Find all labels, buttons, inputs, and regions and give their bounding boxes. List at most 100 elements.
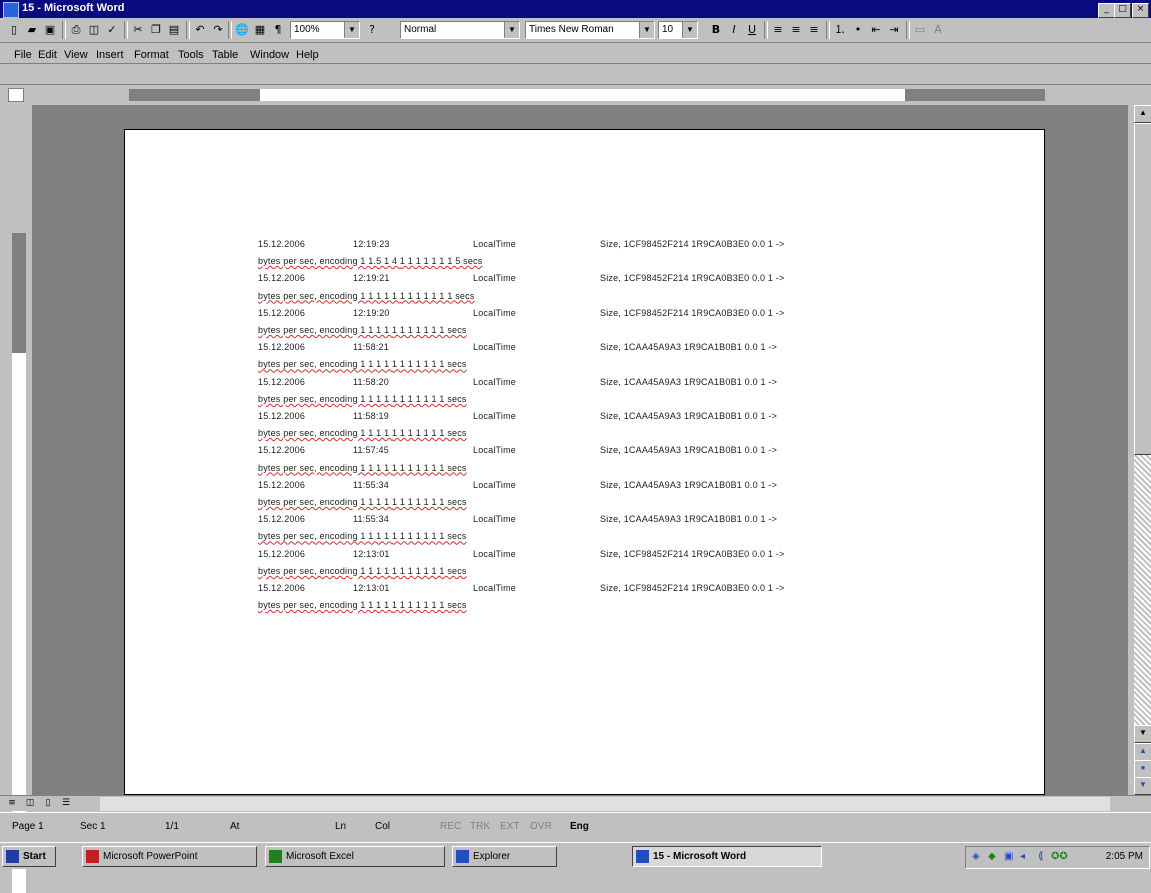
new-icon[interactable]: ▯ — [4, 21, 24, 41]
horizontal-ruler[interactable] — [32, 86, 1132, 104]
taskbar-button[interactable]: 15 - Microsoft Word — [632, 846, 822, 867]
line-k: LocalTime — [473, 583, 516, 593]
menu-tools[interactable]: Tools — [178, 49, 204, 61]
redo-icon[interactable]: ↷ — [208, 21, 228, 41]
hyperlink-icon[interactable]: 🌐 — [232, 21, 252, 41]
highlight-icon[interactable]: A — [928, 21, 948, 41]
scroll-down-icon[interactable]: ▼ — [1134, 725, 1151, 743]
document-line[interactable]: 15.12.2006 12:19:20 LocalTime Size, 1CF9845… — [258, 308, 784, 318]
bold-button[interactable]: B — [706, 21, 726, 41]
cut-icon[interactable]: ✂ — [128, 21, 148, 41]
scroll-thumb[interactable] — [1134, 123, 1151, 455]
bullets-icon[interactable]: • — [848, 21, 868, 41]
underline-button[interactable]: U — [742, 21, 762, 41]
document-line[interactable]: bytes per sec, encoding 1 1.5 1 4 1 1 1 … — [258, 256, 482, 266]
tab-selector[interactable] — [8, 88, 24, 102]
clock[interactable]: 2:05 PM — [1106, 847, 1143, 866]
select-browse-object-icon[interactable]: ● — [1134, 760, 1151, 778]
word-app-icon[interactable] — [3, 2, 19, 18]
document-line[interactable]: bytes per sec, encoding 1 1 1 1 1 1 1 1 … — [258, 394, 467, 404]
decrease-indent-icon[interactable]: ⇤ — [866, 21, 886, 41]
document-line[interactable]: 15.12.2006 12:13:01 LocalTime Size, 1CF9845… — [258, 583, 784, 593]
print-preview-icon[interactable]: ◫ — [84, 21, 104, 41]
menu-window[interactable]: Window — [250, 49, 289, 61]
start-button[interactable]: Start — [2, 846, 56, 867]
document-line[interactable]: 15.12.2006 12:19:21 LocalTime Size, 1CF9845… — [258, 273, 784, 283]
document-line[interactable]: bytes per sec, encoding 1 1 1 1 1 1 1 1 … — [258, 600, 467, 610]
italic-button[interactable]: I — [724, 21, 744, 41]
spelling-icon[interactable]: ✓ — [102, 21, 122, 41]
document-line[interactable]: 15.12.2006 11:55:34 LocalTime Size, 1CAA45A… — [258, 480, 777, 490]
taskbar-button[interactable]: Microsoft Excel — [265, 846, 445, 867]
minimize-button[interactable]: _ — [1098, 3, 1115, 18]
next-page-icon[interactable]: ▼ — [1134, 777, 1151, 795]
taskbar-button[interactable]: Microsoft PowerPoint — [82, 846, 257, 867]
status-ovr[interactable]: OVR — [530, 821, 552, 832]
volume-icon[interactable]: ◂ — [1020, 847, 1025, 866]
tray-status-icon[interactable]: ✪✪ — [1051, 847, 1068, 866]
vertical-scrollbar[interactable]: ▲ ▼ ▲ ● ▼ — [1134, 105, 1151, 795]
show-hide-icon[interactable]: ¶ — [268, 21, 288, 41]
undo-icon[interactable]: ↶ — [190, 21, 210, 41]
menu-edit[interactable]: Edit — [38, 49, 57, 61]
font-size-select[interactable]: 10 ▼ — [658, 21, 698, 39]
document-line[interactable]: bytes per sec, encoding 1 1 1 1 1 1 1 1 … — [258, 291, 475, 301]
document-line[interactable]: bytes per sec, encoding 1 1 1 1 1 1 1 1 … — [258, 531, 467, 541]
document-line[interactable]: 15.12.2006 12:19:23 LocalTime Size, 1CF9845… — [258, 239, 784, 249]
document-line[interactable]: bytes per sec, encoding 1 1 1 1 1 1 1 1 … — [258, 359, 467, 369]
save-icon[interactable]: ▣ — [40, 21, 60, 41]
document-line[interactable]: 15.12.2006 11:58:21 LocalTime Size, 1CAA45A… — [258, 342, 777, 352]
display-icon[interactable]: ▣ — [1004, 847, 1013, 866]
document-line[interactable]: 15.12.2006 12:13:01 LocalTime Size, 1CF9845… — [258, 549, 784, 559]
document-line[interactable]: bytes per sec, encoding 1 1 1 1 1 1 1 1 … — [258, 463, 467, 473]
maximize-button[interactable]: □ — [1114, 3, 1131, 18]
status-trk[interactable]: TRK — [470, 821, 490, 832]
document-line[interactable]: bytes per sec, encoding 1 1 1 1 1 1 1 1 … — [258, 325, 467, 335]
copy-icon[interactable]: ❐ — [146, 21, 166, 41]
prev-page-icon[interactable]: ▲ — [1134, 743, 1151, 761]
vertical-ruler[interactable] — [8, 105, 30, 893]
menu-insert[interactable]: Insert — [96, 49, 124, 61]
document-line[interactable]: bytes per sec, encoding 1 1 1 1 1 1 1 1 … — [258, 428, 467, 438]
line-r: Size, 1CF98452F214 1R9CA0B3E0 0.0 1 -> — [600, 239, 785, 249]
status-ext[interactable]: EXT — [500, 821, 519, 832]
horizontal-scrollbar[interactable]: ≡ ◫ ▯ ☰ — [0, 795, 1151, 811]
open-icon[interactable]: ▰ — [22, 21, 42, 41]
page-view-icon[interactable]: ▯ — [40, 796, 56, 812]
document-line[interactable]: 15.12.2006 11:55:34 LocalTime Size, 1CAA45A… — [258, 514, 777, 524]
increase-indent-icon[interactable]: ⇥ — [884, 21, 904, 41]
numbering-icon[interactable]: ⒈ — [830, 21, 850, 41]
paste-icon[interactable]: ▤ — [164, 21, 184, 41]
help-icon[interactable]: ? — [362, 21, 382, 41]
network-icon[interactable]: ◈ — [972, 847, 980, 866]
border-icon[interactable]: ▭ — [910, 21, 930, 41]
normal-view-icon[interactable]: ≡ — [4, 796, 20, 812]
line-k: LocalTime — [473, 376, 516, 387]
table-icon[interactable]: ▦ — [250, 21, 270, 41]
status-rec[interactable]: REC — [440, 821, 461, 832]
align-center-icon[interactable]: ≡ — [786, 21, 806, 41]
web-view-icon[interactable]: ◫ — [22, 796, 38, 812]
document-line[interactable]: 15.12.2006 11:58:19 LocalTime Size, 1CAA45A… — [258, 411, 777, 421]
document-line[interactable]: 15.12.2006 11:57:45 LocalTime Size, 1CAA45A… — [258, 445, 777, 455]
align-left-icon[interactable]: ≡ — [768, 21, 788, 41]
document-line[interactable]: bytes per sec, encoding 1 1 1 1 1 1 1 1 … — [258, 497, 467, 507]
document-line[interactable]: bytes per sec, encoding 1 1 1 1 1 1 1 1 … — [258, 566, 467, 576]
tray-app-icon[interactable]: ◆ — [988, 847, 996, 866]
zoom-select[interactable]: 100% ▼ — [290, 21, 360, 39]
style-select[interactable]: Normal ▼ — [400, 21, 520, 39]
outline-view-icon[interactable]: ☰ — [58, 796, 74, 812]
menu-format[interactable]: Format — [134, 49, 169, 61]
language-icon[interactable]: ⟪ — [1038, 847, 1044, 866]
menu-table[interactable]: Table — [212, 49, 238, 61]
taskbar-button[interactable]: Explorer — [452, 846, 557, 867]
document-line[interactable]: 15.12.2006 11:58:20 LocalTime Size, 1CAA45A… — [258, 377, 777, 387]
close-button[interactable]: × — [1132, 3, 1149, 18]
print-icon[interactable]: ⎙ — [66, 21, 86, 41]
menu-view[interactable]: View — [64, 49, 88, 61]
align-right-icon[interactable]: ≡ — [804, 21, 824, 41]
scroll-up-icon[interactable]: ▲ — [1134, 105, 1151, 123]
menu-help[interactable]: Help — [296, 49, 319, 61]
font-select[interactable]: Times New Roman ▼ — [525, 21, 655, 39]
menu-file[interactable]: File — [14, 49, 32, 61]
